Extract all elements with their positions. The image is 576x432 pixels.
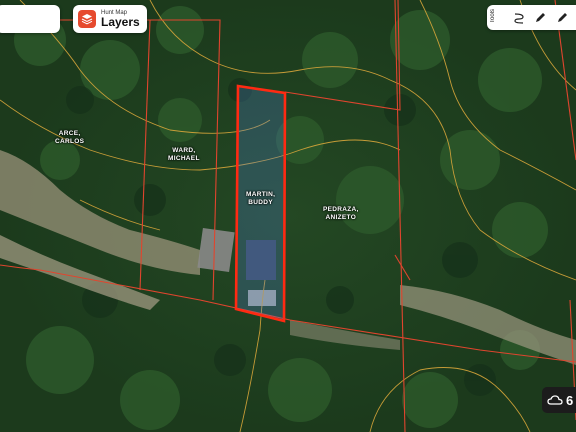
parcel-label-ward[interactable]: WARD, MICHAEL (168, 147, 200, 163)
parcel-label-pedraza[interactable]: PEDRAZA, ANIZETO (323, 206, 359, 222)
tools-label: Tools (490, 9, 496, 24)
back-button[interactable] (0, 5, 60, 33)
weather-widget[interactable]: 6 (542, 387, 576, 413)
tools-bar: Tools (487, 5, 576, 30)
pencil-icon[interactable] (532, 10, 547, 25)
pencil-icon[interactable] (554, 10, 569, 25)
route-icon[interactable] (511, 10, 526, 25)
layers-icon (78, 10, 96, 28)
layers-button[interactable]: Hunt Map Layers (73, 5, 147, 33)
layers-label: Layers (101, 15, 140, 29)
satellite-map[interactable] (0, 0, 576, 432)
weather-value: 6 (566, 392, 574, 408)
parcel-label-arce[interactable]: ARCE, CARLOS (55, 130, 84, 146)
parcel-label-martin[interactable]: MARTIN, BUDDY (246, 191, 275, 207)
cloud-icon (547, 395, 563, 405)
